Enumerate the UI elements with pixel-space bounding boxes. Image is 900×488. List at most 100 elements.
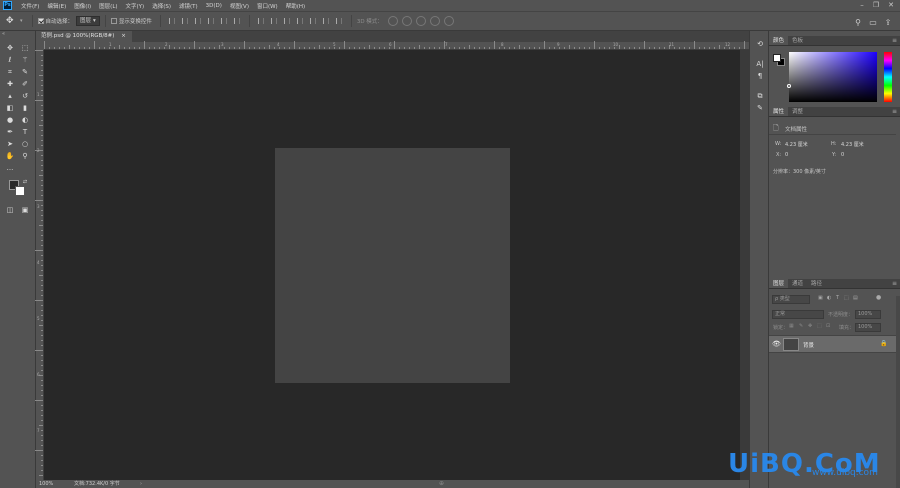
healing-brush-tool-icon[interactable]: ✚ [4, 79, 16, 89]
height-value[interactable]: 4.23 厘米 [841, 141, 864, 148]
visibility-eye-icon[interactable]: 👁 [772, 340, 781, 348]
menu-window[interactable]: 窗口(W) [253, 2, 282, 10]
distribute-top-icon[interactable] [257, 17, 266, 26]
toolbar-collapse-icon[interactable]: « [2, 32, 34, 37]
filter-shape-icon[interactable]: ⬚ [844, 295, 849, 301]
close-tab-icon[interactable]: × [121, 33, 126, 39]
panel-menu-icon[interactable]: ≡ [892, 279, 897, 289]
zoom-tool-icon[interactable]: ⚲ [19, 151, 31, 161]
zoom-level[interactable]: 100% [39, 480, 53, 488]
lock-transparent-icon[interactable]: ▦ [789, 323, 794, 329]
screen-mode-icon[interactable]: ▣ [19, 205, 31, 215]
move-tool-icon[interactable]: ✥ [6, 16, 20, 26]
tab-swatches[interactable]: 色板 [788, 36, 807, 45]
distribute-hcenter-icon[interactable] [309, 17, 318, 26]
color-picker-cursor[interactable] [787, 84, 791, 88]
status-menu-icon[interactable]: › [140, 480, 142, 488]
filter-adjustment-icon[interactable]: ◐ [827, 295, 831, 301]
auto-select-dropdown[interactable]: 图层 ▾ [76, 16, 100, 26]
lock-all-icon[interactable]: ⊡ [826, 323, 830, 329]
history-brush-tool-icon[interactable]: ↺ [19, 91, 31, 101]
swap-colors-icon[interactable]: ⇄ [19, 177, 31, 187]
tab-adjustments[interactable]: 调整 [788, 107, 807, 116]
adjustment-brush-icon[interactable]: ✎ [754, 103, 766, 113]
3d-slide-icon[interactable] [429, 16, 440, 26]
chevron-down-icon[interactable]: ▾ [20, 18, 23, 24]
tab-paths[interactable]: 路径 [807, 279, 826, 288]
layers-scrollbar[interactable] [896, 296, 900, 488]
background-color-swatch[interactable] [15, 186, 25, 196]
foreground-color-swatch[interactable] [773, 54, 781, 62]
3d-drag-icon[interactable] [415, 16, 426, 26]
workspace-icon[interactable]: ▭ [868, 17, 878, 27]
tab-properties[interactable]: 属性 [769, 107, 789, 116]
character-icon[interactable]: A| [754, 59, 766, 69]
document-tab[interactable]: 范例.psd @ 100%(RGB/8#) × [36, 31, 132, 42]
layer-row[interactable]: 👁 背景 🔒 [769, 335, 896, 353]
crop-tool-icon[interactable]: ⌗ [4, 67, 16, 77]
align-bottom-icon[interactable] [194, 17, 203, 26]
layer-filter-dropdown[interactable]: ρ 类型 [772, 295, 810, 304]
pen-tool-icon[interactable]: ✒ [4, 127, 16, 137]
magic-wand-tool-icon[interactable]: ⚚ [19, 55, 31, 65]
search-icon[interactable]: ⚲ [853, 17, 863, 27]
lasso-tool-icon[interactable]: ℓ [4, 55, 16, 65]
distribute-left-icon[interactable] [296, 17, 305, 26]
blend-mode-dropdown[interactable]: 正常 [772, 310, 824, 319]
align-top-icon[interactable] [168, 17, 177, 26]
menu-3d[interactable]: 3D(D) [202, 3, 226, 9]
menu-help[interactable]: 帮助(H) [282, 2, 309, 10]
menu-view[interactable]: 视图(V) [226, 2, 253, 10]
panel-menu-icon[interactable]: ≡ [892, 107, 897, 117]
opacity-field[interactable]: 100% [855, 310, 881, 319]
horizontal-ruler[interactable]: 1 2 3 4 5 6 7 8 9 10 11 12 [44, 41, 749, 50]
lock-position-icon[interactable]: ✥ [808, 323, 812, 329]
tab-color[interactable]: 颜色 [769, 36, 789, 45]
x-value[interactable]: 0 [785, 152, 788, 158]
more-tools-icon[interactable]: ··· [4, 165, 16, 175]
menu-edit[interactable]: 编辑(E) [43, 2, 70, 10]
clone-stamp-tool-icon[interactable]: ▴ [4, 91, 16, 101]
width-value[interactable]: 4.23 厘米 [785, 141, 808, 148]
history-icon[interactable]: ⟲ [754, 39, 766, 49]
filter-smart-object-icon[interactable]: ▤ [853, 295, 858, 301]
menu-layer[interactable]: 图层(L) [95, 2, 121, 10]
fill-field[interactable]: 100% [855, 323, 881, 332]
quick-mask-icon[interactable]: ◫ [4, 205, 16, 215]
paragraph-icon[interactable]: ¶ [754, 71, 766, 81]
brush-tool-icon[interactable]: ✐ [19, 79, 31, 89]
align-vcenter-icon[interactable] [181, 17, 190, 26]
layer-name[interactable]: 背景 [803, 341, 814, 349]
libraries-icon[interactable]: ⧉ [754, 91, 766, 101]
document-canvas[interactable] [275, 148, 510, 383]
minimize-button[interactable]: – [855, 0, 869, 11]
color-picker-field[interactable] [789, 52, 877, 102]
blur-tool-icon[interactable]: ● [4, 115, 16, 125]
menu-file[interactable]: 文件(F) [17, 2, 43, 10]
artboard-tool-icon[interactable]: ⬚ [19, 43, 31, 53]
y-value[interactable]: 0 [841, 152, 844, 158]
vertical-scrollbar[interactable] [740, 50, 749, 480]
eyedropper-tool-icon[interactable]: ✎ [19, 67, 31, 77]
dodge-tool-icon[interactable]: ◐ [19, 115, 31, 125]
close-window-button[interactable]: ✕ [884, 0, 898, 11]
show-transform-checkbox[interactable] [110, 18, 117, 24]
gradient-tool-icon[interactable]: ▮ [19, 103, 31, 113]
ruler-corner[interactable] [36, 42, 44, 50]
3d-roll-icon[interactable] [401, 16, 412, 26]
hand-tool-icon[interactable]: ✋ [4, 151, 16, 161]
menu-select[interactable]: 选择(S) [148, 2, 175, 10]
restore-button[interactable]: ❐ [869, 0, 883, 11]
tab-channels[interactable]: 通道 [788, 279, 807, 288]
distribute-vcenter-icon[interactable] [270, 17, 279, 26]
align-hcenter-icon[interactable] [220, 17, 229, 26]
menu-image[interactable]: 图像(I) [70, 2, 95, 10]
path-selection-tool-icon[interactable]: ➤ [4, 139, 16, 149]
menu-type[interactable]: 文字(Y) [122, 2, 149, 10]
move-tool-icon[interactable]: ✥ [4, 43, 16, 53]
tab-layers[interactable]: 图层 [769, 279, 789, 288]
type-tool-icon[interactable]: T [19, 127, 31, 137]
lock-artboard-icon[interactable]: ⬚ [817, 323, 822, 329]
distribute-bottom-icon[interactable] [283, 17, 292, 26]
filter-type-icon[interactable]: T [836, 295, 839, 301]
